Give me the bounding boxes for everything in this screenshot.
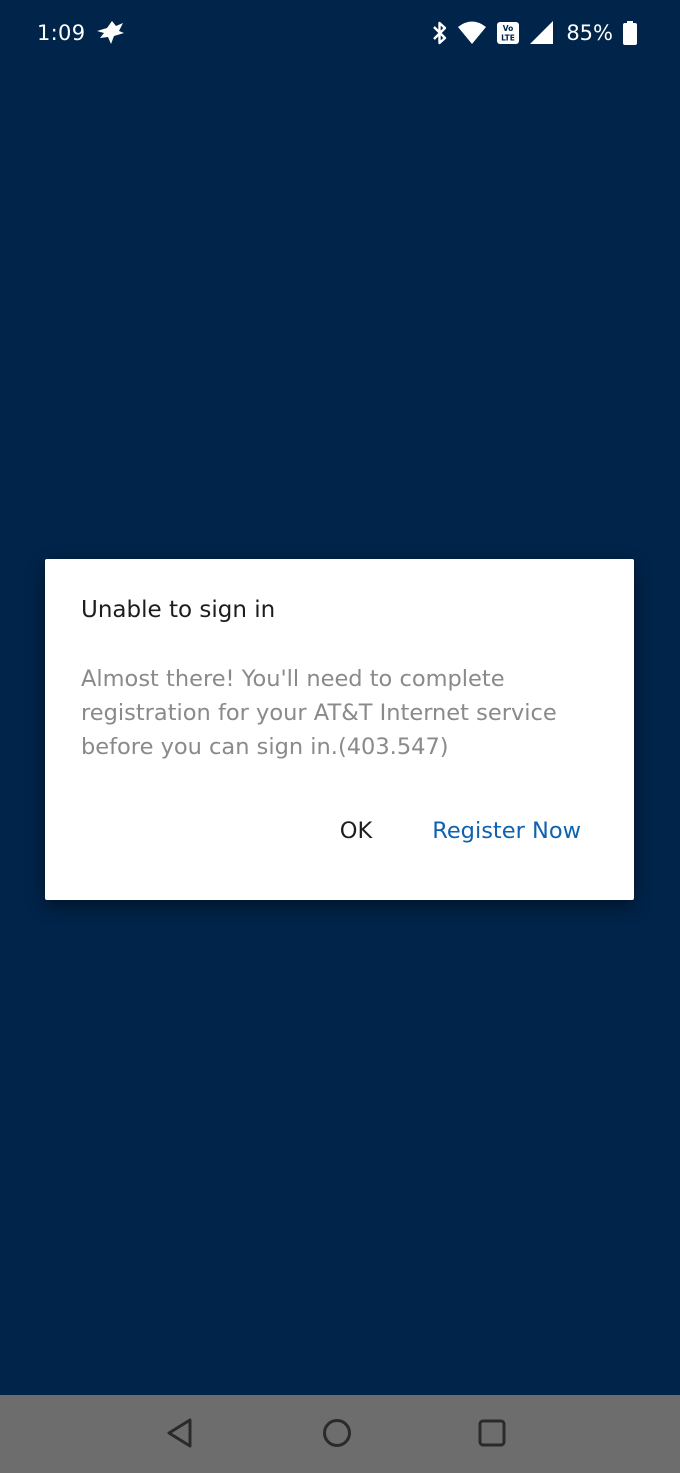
back-icon: [165, 1417, 195, 1453]
svg-text:LTE: LTE: [501, 34, 515, 43]
battery-percent: 85%: [566, 21, 613, 45]
back-button[interactable]: [158, 1413, 202, 1457]
recents-button[interactable]: [470, 1413, 514, 1457]
recents-icon: [477, 1418, 507, 1452]
dialog-actions: OK Register Now: [318, 809, 604, 853]
register-now-button[interactable]: Register Now: [410, 809, 604, 853]
status-bar: 1:09 Vo LTE 85%: [0, 0, 680, 66]
dialog-title: Unable to sign in: [81, 597, 276, 623]
sign-in-error-dialog: Unable to sign in Almost there! You'll n…: [45, 559, 634, 900]
dialog-message: Almost there! You'll need to complete re…: [81, 666, 557, 760]
volte-icon: Vo LTE: [496, 20, 520, 46]
battery-icon: [622, 20, 638, 46]
home-button[interactable]: [315, 1413, 359, 1457]
home-icon: [322, 1418, 352, 1452]
navigation-bar: [0, 1395, 680, 1473]
wifi-icon: [457, 20, 487, 46]
bluetooth-icon: [432, 20, 448, 46]
app-notification-icon: [94, 18, 126, 48]
ok-button[interactable]: OK: [318, 809, 394, 853]
cellular-signal-icon: [529, 20, 555, 46]
status-time: 1:09: [37, 21, 86, 45]
status-icons: Vo LTE 85%: [432, 17, 638, 49]
svg-text:Vo: Vo: [503, 24, 514, 33]
